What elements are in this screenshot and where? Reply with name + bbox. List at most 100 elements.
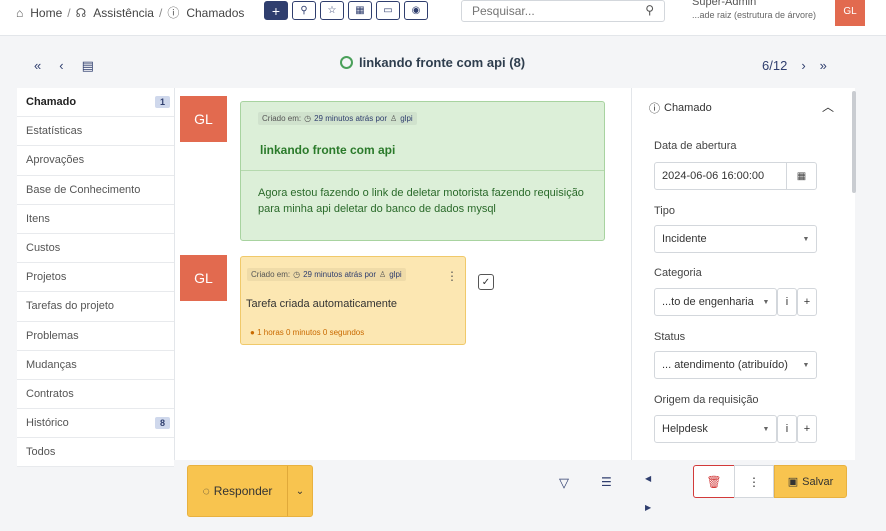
user-avatar[interactable]: GL <box>835 0 865 26</box>
info-icon: ⓘ <box>649 103 660 115</box>
more-actions-button[interactable]: ⋮ <box>734 465 774 498</box>
template-icon[interactable]: ▦ <box>348 1 372 20</box>
created-label: Criado em: <box>262 114 302 123</box>
save-button[interactable]: ▣ Salvar <box>774 465 847 498</box>
task-item: Criado em: ◷ 29 minutos atrás por ♙ glpi… <box>240 256 466 345</box>
info-icon: ⓘ <box>167 6 180 20</box>
search-box: ⚲ <box>461 0 665 22</box>
sort-list-icon[interactable]: ☰ <box>601 475 612 489</box>
comment-icon: ◌ <box>202 484 210 498</box>
tab-changes[interactable]: Mudanças <box>17 350 174 380</box>
save-label: Salvar <box>802 475 834 488</box>
breadcrumb-home[interactable]: Home <box>30 6 62 20</box>
category-value: ...to de engenharia <box>662 296 754 308</box>
save-icon: ▣ <box>787 476 799 488</box>
author[interactable]: glpi <box>400 114 412 123</box>
tab-label: Estatísticas <box>26 125 83 138</box>
chevron-left-icon[interactable]: ‹ <box>59 58 63 74</box>
user-info[interactable]: Super-Admin ...ade raiz (estrutura de ár… <box>692 0 816 22</box>
panel-header[interactable]: ⓘ Chamado <box>649 100 712 116</box>
list-view-icon[interactable]: ▤ <box>82 58 94 74</box>
origin-add-button[interactable]: + <box>797 415 817 443</box>
origin-select[interactable]: Helpdesk ▼ <box>654 415 777 443</box>
open-date-field[interactable]: 2024-06-06 16:00:00 ▦ <box>654 162 817 190</box>
tab-knowledge-base[interactable]: Base de Conhecimento <box>17 175 174 205</box>
ticket-nav-right: 6/12 › » <box>762 58 827 73</box>
breadcrumb-separator: / <box>158 5 163 20</box>
reply-dropdown-toggle[interactable]: ⌄ <box>288 486 312 497</box>
tab-statistics[interactable]: Estatísticas <box>17 117 174 147</box>
category-add-button[interactable]: + <box>797 288 817 316</box>
status-label: Status <box>654 331 686 343</box>
ticket-nav-left: « ‹ ▤ <box>34 58 94 74</box>
tab-projects[interactable]: Projetos <box>17 263 174 293</box>
ticket-title: linkando fronte com api (8) <box>340 55 525 70</box>
timer-icon: ● <box>250 328 255 337</box>
caret-left-icon[interactable]: ◀ <box>645 474 651 483</box>
search-icon[interactable]: ⚲ <box>292 1 316 20</box>
created-label: Criado em: <box>251 270 291 279</box>
category-info-button[interactable]: i <box>777 288 797 316</box>
followup-item: Criado em: ◷ 29 minutos atrás por ♙ glpi… <box>240 101 605 241</box>
breadcrumb-assistance[interactable]: Assistência <box>93 6 154 20</box>
tab-items[interactable]: Itens <box>17 204 174 234</box>
search-icon[interactable]: ⚲ <box>645 3 654 17</box>
tab-label: Problemas <box>26 329 79 342</box>
author[interactable]: glpi <box>389 270 401 279</box>
tab-problems[interactable]: Problemas <box>17 321 174 351</box>
tab-ticket[interactable]: Chamado 1 <box>17 88 174 118</box>
tab-label: Chamado <box>26 96 77 109</box>
category-select[interactable]: ...to de engenharia ▼ <box>654 288 777 316</box>
reply-button[interactable]: ◌ Responder <box>188 466 288 516</box>
more-actions-icon[interactable]: ⋮ <box>446 269 458 283</box>
tab-project-tasks[interactable]: Tarefas do projeto <box>17 292 174 322</box>
tab-label: Histórico <box>26 417 69 430</box>
tab-approvals[interactable]: Aprovações <box>17 146 174 176</box>
chevron-up-icon[interactable]: ︿ <box>822 98 834 115</box>
tab-label: Mudanças <box>26 358 77 371</box>
panel-header-label: Chamado <box>664 102 712 114</box>
calendar-icon[interactable]: ▦ <box>786 163 816 189</box>
open-date-label: Data de abertura <box>654 140 737 152</box>
double-chevron-right-icon[interactable]: » <box>820 58 827 73</box>
user-icon: ♙ <box>379 270 387 279</box>
followup-meta: Criado em: ◷ 29 minutos atrás por ♙ glpi <box>258 112 417 125</box>
tab-label: Tarefas do projeto <box>26 300 115 313</box>
tab-history[interactable]: Histórico 8 <box>17 409 174 439</box>
tab-contracts[interactable]: Contratos <box>17 379 174 410</box>
origin-label: Origem da requisição <box>654 394 759 406</box>
delete-button[interactable]: 🗑 <box>693 465 735 498</box>
breadcrumb: ⌂ Home / ☊ Assistência / ⓘ Chamados <box>16 4 244 21</box>
breadcrumb-tickets[interactable]: Chamados <box>186 6 244 20</box>
tab-all[interactable]: Todos <box>17 438 174 468</box>
status-select[interactable]: ... atendimento (atribuído) ▼ <box>654 351 817 379</box>
tab-costs[interactable]: Custos <box>17 233 174 264</box>
trash-icon: 🗑 <box>706 474 722 489</box>
open-date-value: 2024-06-06 16:00:00 <box>662 170 765 182</box>
type-value: Incidente <box>662 233 707 245</box>
ticket-position: 6/12 <box>762 58 788 73</box>
time-ago: 29 minutos atrás por <box>314 114 388 123</box>
caret-right-icon[interactable]: ▶ <box>645 503 651 512</box>
clock-icon: ◷ <box>293 270 301 279</box>
task-done-checkbox[interactable]: ✓ <box>478 274 494 290</box>
tab-label: Projetos <box>26 271 67 284</box>
home-icon: ⌂ <box>16 5 24 20</box>
task-timer: ● 1 horas 0 minutos 0 segundos <box>250 328 364 337</box>
double-chevron-left-icon[interactable]: « <box>34 58 41 74</box>
book-icon[interactable]: ▭ <box>376 1 400 20</box>
origin-info-button[interactable]: i <box>777 415 797 443</box>
task-body: Tarefa criada automaticamente <box>246 298 398 310</box>
eye-icon[interactable]: ◉ <box>404 1 428 20</box>
type-label: Tipo <box>654 205 675 217</box>
filter-icon[interactable]: ▽ <box>559 475 569 491</box>
chevron-right-icon[interactable]: › <box>801 58 805 73</box>
panel-scrollbar[interactable] <box>852 91 856 193</box>
star-icon[interactable]: ☆ <box>320 1 344 20</box>
search-input[interactable] <box>462 1 632 21</box>
type-select[interactable]: Incidente ▼ <box>654 225 817 253</box>
task-duration: 1 horas 0 minutos 0 segundos <box>257 328 365 337</box>
add-button[interactable]: + <box>264 1 288 20</box>
divider <box>241 170 604 171</box>
tab-label: Contratos <box>26 387 74 400</box>
